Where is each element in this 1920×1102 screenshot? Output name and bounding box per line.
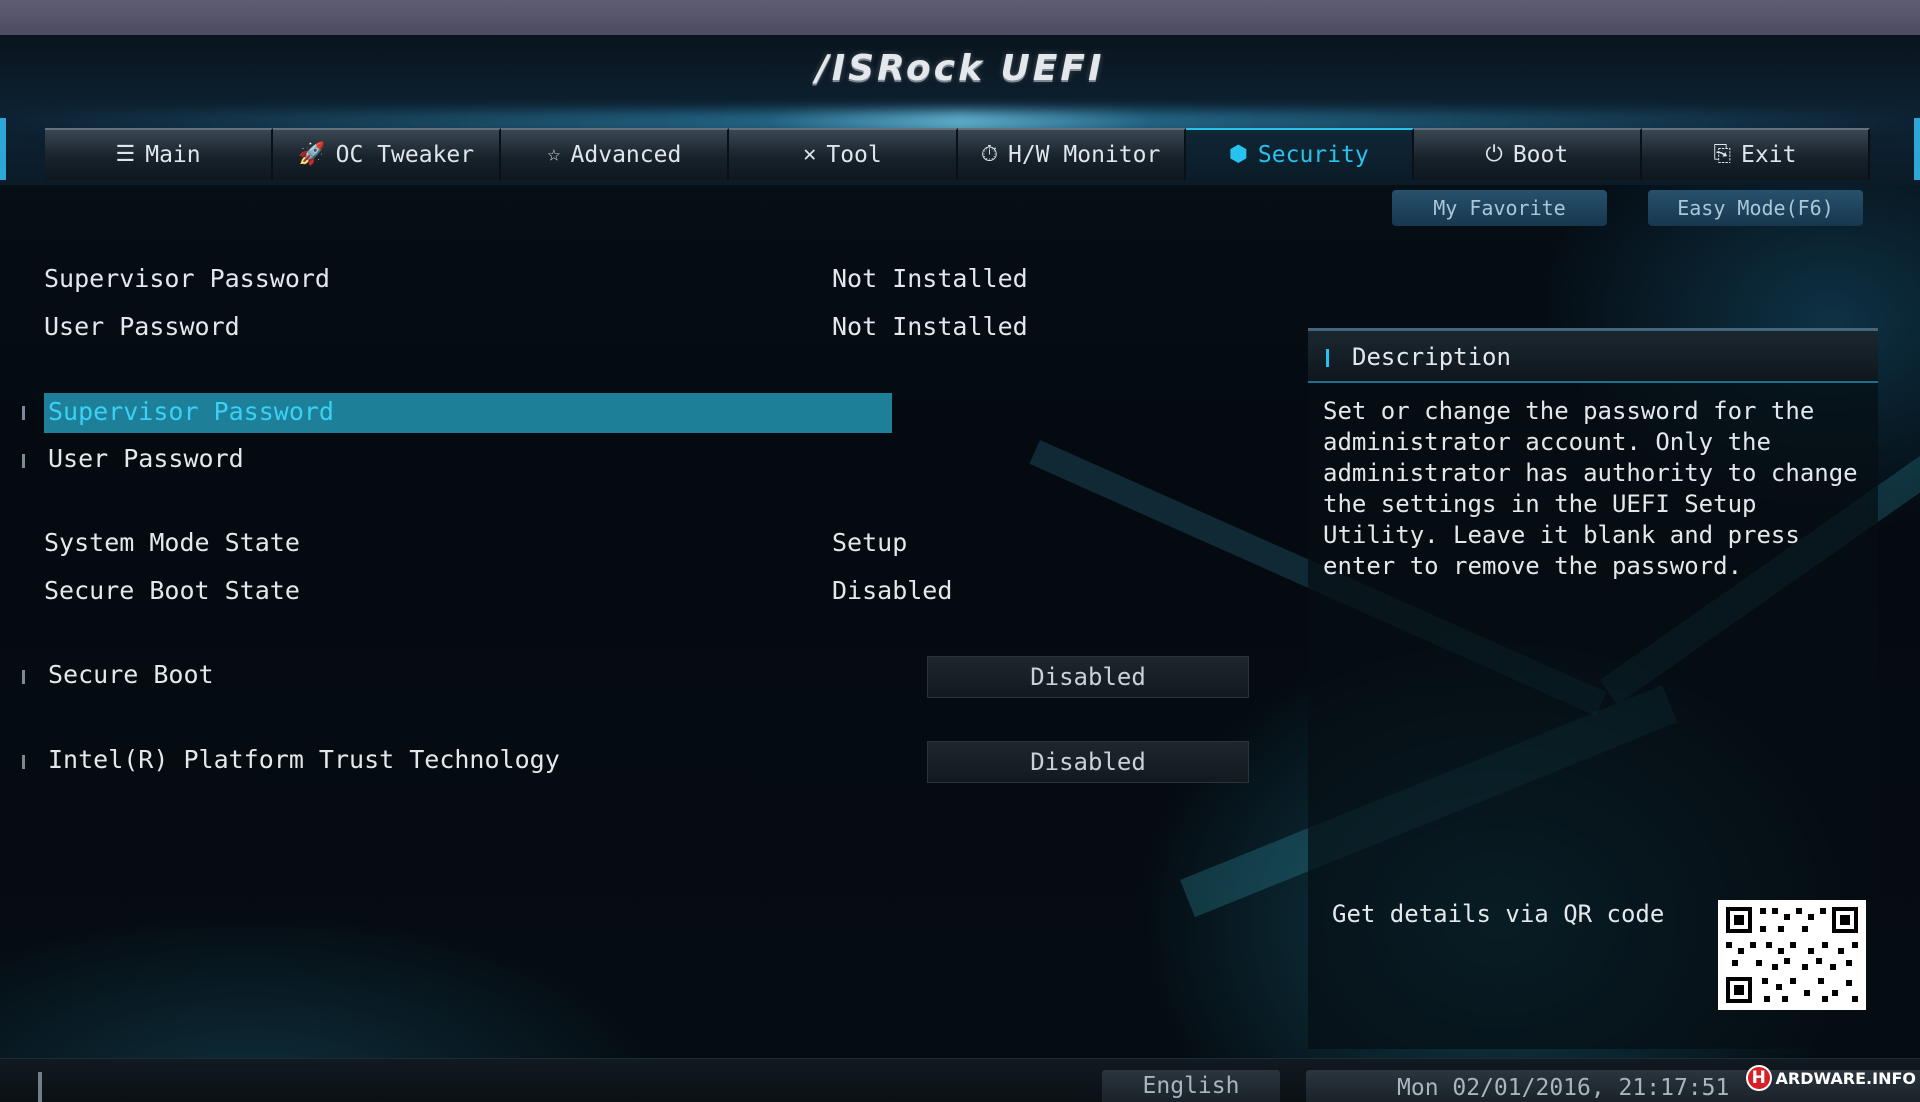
watermark-logo-icon: H: [1746, 1065, 1772, 1091]
user-password-status-label: User Password: [44, 312, 240, 341]
rocket-icon: 🚀: [298, 142, 326, 167]
top-strip: [0, 0, 1920, 35]
description-text: Set or change the password for the admin…: [1323, 397, 1858, 580]
tab-tool[interactable]: ✕ Tool: [729, 128, 958, 180]
tab-oc-tweaker[interactable]: 🚀 OC Tweaker: [273, 128, 502, 180]
qr-code-label: Get details via QR code: [1332, 900, 1665, 928]
item-marker: [22, 755, 25, 769]
secure-boot-label: Secure Boot: [48, 660, 214, 689]
hardware-info-watermark: H ARDWARE.INFO: [1746, 1064, 1916, 1092]
star-icon: ☆: [547, 142, 561, 167]
tab-main[interactable]: ☰ Main: [45, 128, 274, 180]
item-marker: [22, 670, 25, 684]
tab-security[interactable]: ⬢ Security: [1185, 128, 1414, 180]
tab-label: Main: [145, 142, 201, 168]
description-title: Description: [1352, 343, 1511, 371]
tab-label: Exit: [1741, 142, 1797, 168]
tab-label: H/W Monitor: [1007, 142, 1161, 168]
right-edge-accent: [1914, 118, 1920, 180]
list-icon: ☰: [115, 142, 136, 167]
qr-code-icon: [1718, 900, 1866, 1010]
date-time: Mon 02/01/2016, 21:17:51: [1397, 1075, 1730, 1101]
secure-boot-state-value: Disabled: [832, 576, 953, 605]
tab-hw-monitor[interactable]: ⏱ H/W Monitor: [957, 128, 1186, 180]
monitor-icon: ⏱: [980, 142, 998, 167]
system-mode-state-label: System Mode State: [44, 528, 300, 557]
language-button[interactable]: English: [1102, 1070, 1280, 1102]
tab-label: Advanced: [570, 142, 682, 168]
user-password-status-value: Not Installed: [832, 312, 1028, 341]
easy-mode-button[interactable]: Easy Mode(F6): [1648, 190, 1863, 226]
tab-boot[interactable]: ⏻ Boot: [1413, 128, 1642, 180]
description-header: Description: [1308, 331, 1878, 383]
ptt-dropdown[interactable]: Disabled: [927, 741, 1249, 783]
asrock-uefi-logo: /ISRock UEFI: [815, 48, 1105, 89]
supervisor-password-status-value: Not Installed: [832, 264, 1028, 293]
tools-icon: ✕: [803, 142, 817, 167]
power-icon: ⏻: [1485, 142, 1503, 167]
tab-label: Boot: [1512, 142, 1569, 168]
main-nav: ☰ Main 🚀 OC Tweaker ☆ Advanced ✕ Tool ⏱ …: [45, 128, 1870, 180]
user-password-item[interactable]: User Password: [48, 444, 244, 473]
shield-icon: ⬢: [1228, 142, 1248, 167]
watermark-text: ARDWARE.INFO: [1775, 1068, 1917, 1088]
item-marker: [22, 454, 25, 468]
qr-code-image[interactable]: [1718, 900, 1866, 1010]
secure-boot-state-label: Secure Boot State: [44, 576, 300, 605]
supervisor-password-item-label: Supervisor Password: [48, 397, 334, 426]
uefi-screen: /ISRock UEFI ☰ Main 🚀 OC Tweaker ☆ Advan…: [0, 0, 1920, 1102]
ptt-label: Intel(R) Platform Trust Technology: [48, 745, 560, 774]
supervisor-password-status-label: Supervisor Password: [44, 264, 330, 293]
tab-label: Security: [1257, 142, 1369, 168]
secure-boot-dropdown[interactable]: Disabled: [927, 656, 1249, 698]
exit-icon: ⎘: [1713, 142, 1732, 167]
tab-advanced[interactable]: ☆ Advanced: [501, 128, 730, 180]
system-mode-state-value: Setup: [832, 528, 908, 557]
tab-exit[interactable]: ⎘ Exit: [1641, 128, 1870, 180]
my-favorite-button[interactable]: My Favorite: [1392, 190, 1607, 226]
left-edge-accent: [0, 118, 6, 180]
item-marker: [22, 406, 25, 420]
status-marker: [38, 1072, 42, 1102]
description-marker: [1326, 349, 1329, 367]
tab-label: OC Tweaker: [335, 142, 475, 168]
tab-label: Tool: [826, 142, 882, 168]
